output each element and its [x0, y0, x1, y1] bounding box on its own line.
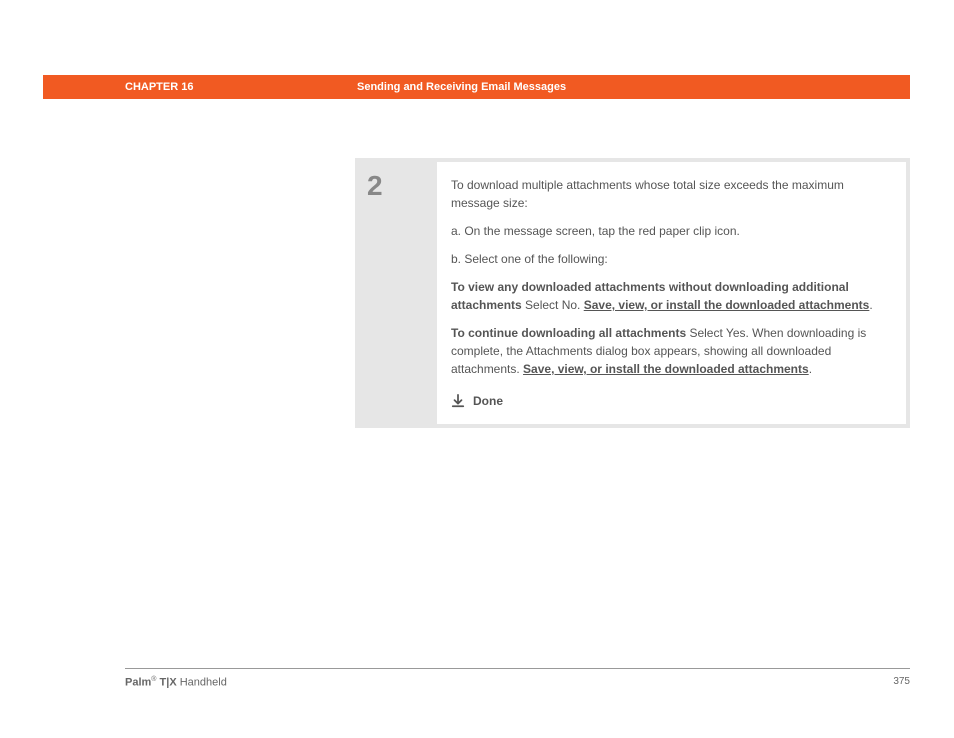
page-number: 375	[893, 676, 910, 689]
para1-end: .	[869, 298, 872, 312]
footer-model: T|X	[156, 677, 176, 689]
step-item-b: b. Select one of the following:	[451, 250, 888, 268]
para1-link[interactable]: Save, view, or install the downloaded at…	[584, 298, 870, 312]
done-label: Done	[473, 392, 503, 410]
step-item-a: a. On the message screen, tap the red pa…	[451, 222, 888, 240]
footer-product: Palm® T|X Handheld	[125, 676, 227, 689]
para2-link[interactable]: Save, view, or install the downloaded at…	[523, 362, 809, 376]
step-number: 2	[359, 162, 437, 424]
footer-rule	[125, 668, 910, 669]
step-content: To download multiple attachments whose t…	[437, 162, 906, 424]
chapter-title: Sending and Receiving Email Messages	[357, 81, 566, 93]
step-intro: To download multiple attachments whose t…	[451, 176, 888, 212]
chapter-header-bar: CHAPTER 16 Sending and Receiving Email M…	[43, 75, 910, 99]
step-box: 2 To download multiple attachments whose…	[355, 158, 910, 428]
footer-brand: Palm	[125, 677, 151, 689]
para1-mid: Select No.	[522, 298, 584, 312]
done-row: Done	[451, 392, 888, 410]
para2-end: .	[809, 362, 812, 376]
para2-bold: To continue downloading all attachments	[451, 326, 686, 340]
page-footer: Palm® T|X Handheld 375	[125, 676, 910, 689]
footer-suffix: Handheld	[177, 677, 227, 689]
step-para-1: To view any downloaded attachments witho…	[451, 278, 888, 314]
step-para-2: To continue downloading all attachments …	[451, 324, 888, 378]
download-done-icon	[451, 394, 465, 408]
chapter-label: CHAPTER 16	[125, 81, 357, 93]
